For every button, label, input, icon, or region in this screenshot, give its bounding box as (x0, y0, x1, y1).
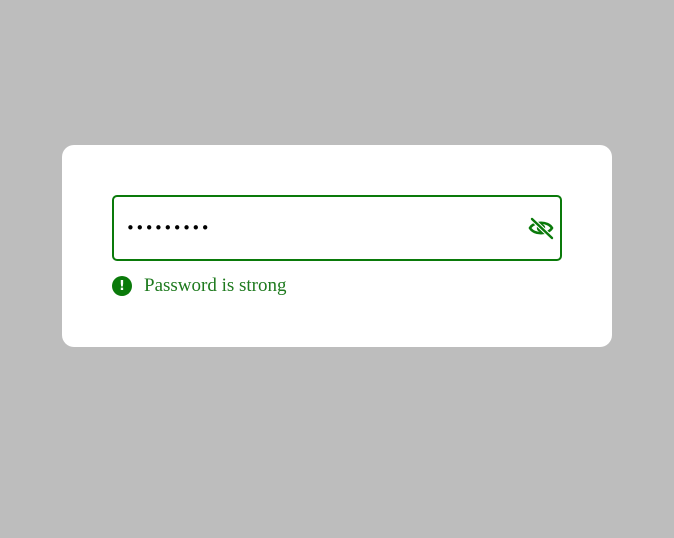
eye-slash-icon[interactable] (528, 216, 554, 240)
password-strength-status: ! Password is strong (112, 274, 287, 298)
password-input[interactable] (126, 197, 516, 259)
password-field[interactable] (112, 195, 562, 261)
password-card: ! Password is strong (62, 145, 612, 347)
exclamation-circle-icon: ! (112, 276, 132, 296)
password-strength-message: Password is strong (144, 275, 287, 296)
